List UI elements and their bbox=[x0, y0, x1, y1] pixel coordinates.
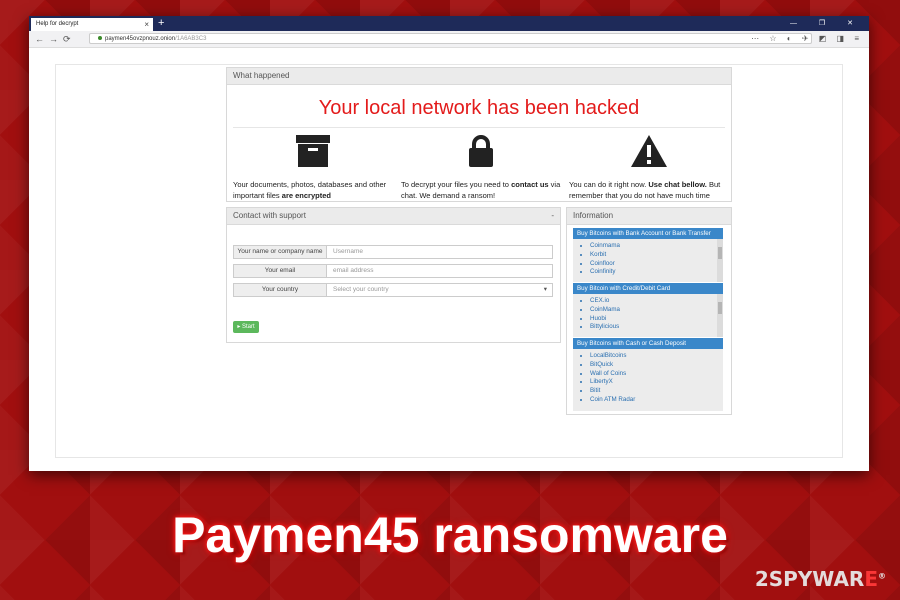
list-item[interactable]: Wall of Coins bbox=[590, 370, 723, 379]
tab-close-icon[interactable]: × bbox=[144, 18, 149, 31]
divider bbox=[233, 127, 725, 128]
card-list[interactable]: CEX.io CoinMama Huobi Bittylicious bbox=[573, 294, 723, 337]
list-item[interactable]: Huobi bbox=[590, 315, 723, 324]
archive-box-icon bbox=[296, 135, 330, 167]
card-box: Buy Bitcoin with Credit/Debit Card CEX.i… bbox=[573, 283, 723, 337]
list-item[interactable]: Bitit bbox=[590, 387, 723, 396]
scrollbar-thumb[interactable] bbox=[718, 302, 722, 314]
email-row: Your email email address bbox=[233, 264, 553, 278]
bank-transfer-title: Buy Bitcoins with Bank Account or Bank T… bbox=[573, 228, 723, 239]
information-header: Information bbox=[567, 208, 731, 225]
information-panel: Information Buy Bitcoins with Bank Accou… bbox=[566, 207, 732, 415]
dropdown-arrow-icon: ▾ bbox=[543, 286, 547, 293]
bank-transfer-list[interactable]: Coinmama Korbit Coinfloor Coinfinity bbox=[573, 239, 723, 282]
country-select[interactable]: Select your country ▾ bbox=[327, 283, 553, 297]
brand-logo: 2SPYWARE® bbox=[755, 567, 886, 591]
time-column: You can do it right now. Use chat bellow… bbox=[569, 134, 729, 201]
address-bar[interactable]: paymen45ovzpnouz.onion/1A6AB3C3 bbox=[89, 33, 812, 44]
contact-text: To decrypt your files you need to contac… bbox=[401, 180, 561, 200]
username-input[interactable]: Username bbox=[327, 245, 553, 259]
lock-icon bbox=[469, 135, 493, 167]
hacked-title: Your local network has been hacked bbox=[318, 97, 640, 119]
email-label: Your email bbox=[233, 264, 327, 278]
list-item[interactable]: Korbit bbox=[590, 251, 723, 260]
contact-column: To decrypt your files you need to contac… bbox=[401, 134, 561, 201]
country-row: Your country Select your country ▾ bbox=[233, 283, 553, 297]
name-row: Your name or company name Username bbox=[233, 245, 553, 259]
list-item[interactable]: Coin ATM Radar bbox=[590, 396, 723, 405]
onion-icon bbox=[98, 36, 102, 40]
url-host: paymen45ovzpnouz.onion bbox=[105, 36, 176, 42]
contact-header: Contact with support - bbox=[227, 208, 560, 225]
list-item[interactable]: LocalBitcoins bbox=[590, 352, 723, 361]
encrypted-column: Your documents, photos, databases and ot… bbox=[233, 134, 393, 201]
scrollbar[interactable] bbox=[717, 294, 723, 337]
country-label: Your country bbox=[233, 283, 327, 297]
collapse-icon[interactable]: - bbox=[551, 208, 554, 224]
back-icon[interactable]: ← bbox=[35, 33, 44, 45]
name-label: Your name or company name bbox=[233, 245, 327, 259]
tab-title: Help for decrypt bbox=[36, 21, 79, 27]
scrollbar-thumb[interactable] bbox=[718, 247, 722, 259]
email-input[interactable]: email address bbox=[327, 264, 553, 278]
list-item[interactable]: LibertyX bbox=[590, 378, 723, 387]
cash-box: Buy Bitcoins with Cash or Cash Deposit L… bbox=[573, 338, 723, 411]
list-item[interactable]: Coinmama bbox=[590, 242, 723, 251]
brand-number: 2 bbox=[754, 567, 769, 591]
brand-text: SPYWAR bbox=[768, 567, 865, 591]
browser-window: Help for decrypt × + — ❐ ✕ ← → ⟳ paymen4… bbox=[29, 16, 869, 471]
brand-registered: ® bbox=[878, 571, 886, 581]
list-item[interactable]: CEX.io bbox=[590, 297, 723, 306]
cash-list[interactable]: LocalBitcoins BitQuick Wall of Coins Lib… bbox=[573, 349, 723, 411]
title-bar: Help for decrypt × + — ❐ ✕ bbox=[29, 16, 869, 31]
browser-tab[interactable]: Help for decrypt × bbox=[31, 18, 153, 31]
card-title: Buy Bitcoin with Credit/Debit Card bbox=[573, 283, 723, 294]
page-content: What happened Your local network has bee… bbox=[55, 64, 843, 458]
time-text: You can do it right now. Use chat bellow… bbox=[569, 180, 721, 200]
encrypted-text: Your documents, photos, databases and ot… bbox=[233, 180, 387, 200]
cash-title: Buy Bitcoins with Cash or Cash Deposit bbox=[573, 338, 723, 349]
bank-transfer-box: Buy Bitcoins with Bank Account or Bank T… bbox=[573, 228, 723, 282]
forward-icon[interactable]: → bbox=[49, 33, 58, 45]
reload-icon[interactable]: ⟳ bbox=[63, 33, 71, 45]
navigation-bar: ← → ⟳ paymen45ovzpnouz.onion/1A6AB3C3 ⋯ … bbox=[29, 31, 869, 48]
new-tab-button[interactable]: + bbox=[158, 16, 164, 31]
toolbar-icons[interactable]: ⋯ ☆ ◐ ✈ ◩ ◨ ≡ bbox=[751, 33, 863, 45]
url-path: /1A6AB3C3 bbox=[175, 36, 207, 42]
list-item[interactable]: Coinfinity bbox=[590, 268, 723, 277]
start-button[interactable]: ▸ Start bbox=[233, 321, 259, 333]
list-item[interactable]: CoinMama bbox=[590, 306, 723, 315]
ransomware-caption: Paymen45 ransomware bbox=[172, 507, 728, 563]
what-happened-panel: What happened Your local network has bee… bbox=[226, 67, 732, 202]
list-item[interactable]: Coinfloor bbox=[590, 260, 723, 269]
list-item[interactable]: Bittylicious bbox=[590, 323, 723, 332]
warning-icon bbox=[631, 135, 667, 167]
country-placeholder: Select your country bbox=[333, 286, 389, 293]
contact-panel: Contact with support - Your name or comp… bbox=[226, 207, 561, 343]
scrollbar[interactable] bbox=[717, 239, 723, 282]
what-happened-header: What happened bbox=[227, 68, 731, 85]
contact-header-text: Contact with support bbox=[233, 211, 306, 220]
brand-accent: E bbox=[864, 567, 878, 591]
list-item[interactable]: BitQuick bbox=[590, 361, 723, 370]
window-controls[interactable]: — ❐ ✕ bbox=[790, 16, 863, 31]
